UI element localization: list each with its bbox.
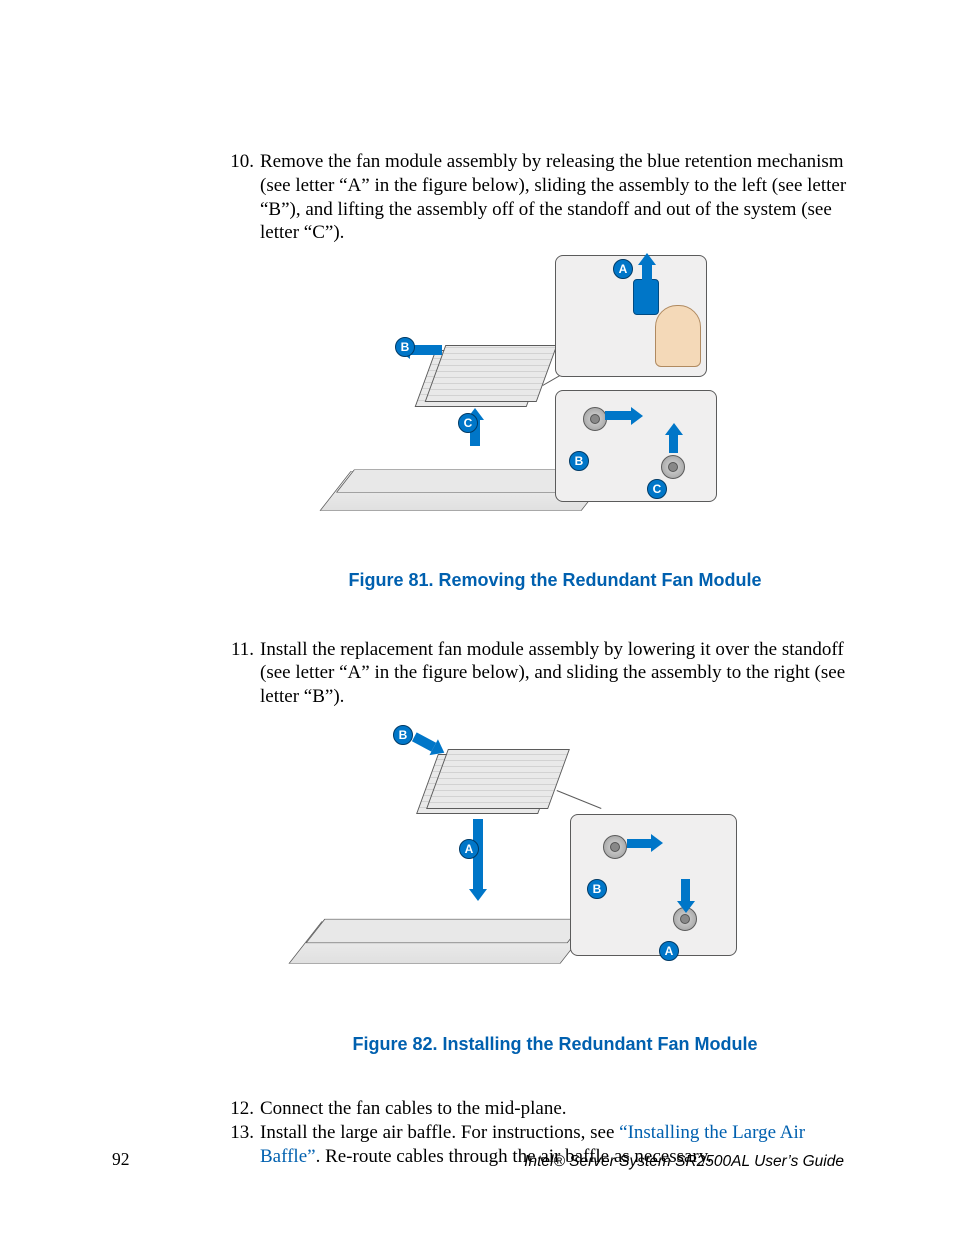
figure-81-label-A: A bbox=[613, 259, 633, 279]
step-10-text: Remove the fan module assembly by releas… bbox=[260, 151, 846, 243]
step-11-text: Install the replacement fan module assem… bbox=[260, 639, 845, 708]
step-12: 12. Connect the fan cables to the mid-pl… bbox=[220, 1097, 850, 1121]
figure-82-caption: Figure 82. Installing the Redundant Fan … bbox=[260, 1033, 850, 1056]
step-11: 11. Install the replacement fan module a… bbox=[220, 638, 850, 1056]
step-10-number: 10. bbox=[220, 150, 254, 174]
document-title: Intel® Server System SR2500AL User’s Gui… bbox=[524, 1152, 844, 1171]
step-10: 10. Remove the fan module assembly by re… bbox=[220, 150, 850, 592]
step-12-text: Connect the fan cables to the mid-plane. bbox=[260, 1098, 567, 1119]
figure-82-label-A-main: A bbox=[459, 839, 479, 859]
figure-81-label-B-inset: B bbox=[569, 451, 589, 471]
figure-81-illustration: B C A B C bbox=[355, 255, 755, 555]
figure-81-label-B-main: B bbox=[395, 337, 415, 357]
figure-82-label-B-main: B bbox=[393, 725, 413, 745]
step-13-text-a: Install the large air baffle. For instru… bbox=[260, 1122, 619, 1143]
figure-82-label-B-inset: B bbox=[587, 879, 607, 899]
figure-81-label-C-inset: C bbox=[647, 479, 667, 499]
step-11-number: 11. bbox=[220, 638, 254, 662]
content-column: 10. Remove the fan module assembly by re… bbox=[220, 150, 850, 1169]
figure-82-label-A-inset: A bbox=[659, 941, 679, 961]
figure-81-caption: Figure 81. Removing the Redundant Fan Mo… bbox=[260, 569, 850, 592]
step-12-number: 12. bbox=[220, 1097, 254, 1121]
figure-82-illustration: B A B A bbox=[355, 719, 755, 1019]
ordered-steps: 10. Remove the fan module assembly by re… bbox=[220, 150, 850, 1169]
page-number: 92 bbox=[112, 1149, 130, 1171]
step-13-number: 13. bbox=[220, 1121, 254, 1145]
figure-81-label-C-main: C bbox=[458, 413, 478, 433]
